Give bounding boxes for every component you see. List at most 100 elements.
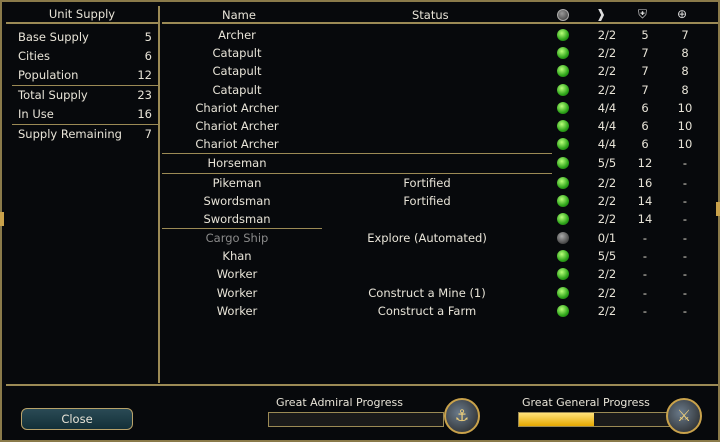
unit-inactive-icon [557,232,569,245]
supply-label: Population [18,68,79,82]
unit-table-body: Archer 2/2 5 7 Catapult 2/2 7 8 Catapult 2/2 7 8 Cat… [162,24,718,320]
unit-ready-icon [557,176,569,189]
unit-strength: 6 [641,118,649,133]
unit-moves: 2/2 [597,267,617,282]
unit-strength: 14 [637,211,653,226]
unit-strength: 14 [637,193,653,208]
close-button[interactable]: Close [21,408,133,430]
unit-strength: - [642,249,648,264]
unit-moves: 4/4 [597,137,617,152]
supply-label: In Use [18,107,54,121]
unit-name: Catapult [212,64,262,79]
unit-moves: 4/4 [597,118,617,133]
unit-row[interactable]: Cargo Ship Explore (Automated) 0/1 - - [162,229,718,247]
supply-row-cities: Cities 6 [6,47,158,66]
unit-row[interactable]: Worker Construct a Mine (1) 2/2 - - [162,284,718,302]
unit-strength: 7 [641,64,649,79]
unit-row[interactable]: Swordsman 2/2 14 - [162,210,718,228]
unit-moves: 2/2 [597,303,617,318]
unit-list-panel: Name Status ❱ ⛨ ⊕ Archer 2/2 5 7 Catapult 2/2… [162,6,718,383]
unit-name: Chariot Archer [195,100,279,115]
unit-strength: 5 [641,28,649,42]
supply-value: 23 [137,88,152,102]
ranged-target-icon[interactable]: ⊕ [677,7,687,21]
unit-ranged-strength: - [682,193,688,208]
unit-strength: 6 [641,137,649,152]
unit-strength: - [642,303,648,318]
unit-row[interactable]: Worker 2/2 - - [162,265,718,283]
unit-name: Archer [218,28,256,42]
unit-ranged-strength: 10 [677,100,693,115]
supply-value: 5 [144,30,152,44]
unit-supply-panel: Unit Supply Base Supply 5 Cities 6 Popul… [6,6,160,383]
unit-ranged-strength: 8 [681,82,689,97]
unit-moves: 5/5 [597,249,617,264]
unit-status: Fortified [403,193,451,208]
unit-status: Explore (Automated) [367,231,487,246]
movement-icon[interactable]: ❱ [596,7,606,21]
unit-ready-icon [557,268,569,281]
supply-row-population: Population 12 [6,66,158,85]
unit-strength: 12 [637,156,653,171]
unit-name: Cargo Ship [205,231,269,246]
unit-row[interactable]: Khan 5/5 - - [162,247,718,265]
unit-moves: 4/4 [597,100,617,115]
supply-row-base: Base Supply 5 [6,28,158,47]
great-general-progress-fill [519,413,594,426]
supply-value: 12 [137,68,152,82]
supply-label: Cities [18,49,50,63]
supply-value: 7 [144,127,152,141]
unit-row[interactable]: Chariot Archer 4/4 6 10 [162,117,718,135]
unit-moves: 2/2 [597,285,617,300]
supply-row-in-use: In Use 16 [6,105,158,124]
unit-ready-icon [557,194,569,207]
general-warrior-icon: ⚔ [666,398,702,434]
great-general-progress-bar [518,412,670,427]
supply-value: 16 [137,107,152,121]
unit-row[interactable]: Swordsman Fortified 2/2 14 - [162,192,718,210]
unit-status: Construct a Farm [377,303,477,318]
unit-row[interactable]: Chariot Archer 4/4 6 10 [162,135,718,153]
strength-shield-icon[interactable]: ⛨ [638,7,647,21]
unit-table-header: Name Status ❱ ⛨ ⊕ [162,6,718,24]
supply-label: Base Supply [18,30,89,44]
unit-moves: 0/1 [597,231,617,246]
unit-ready-icon [557,83,569,96]
unit-ready-icon [557,101,569,114]
unit-row[interactable]: Catapult 2/2 7 8 [162,44,718,62]
unit-moves: 2/2 [597,193,617,208]
unit-name: Catapult [212,82,262,97]
unit-row[interactable]: Pikeman Fortified 2/2 16 - [162,174,718,192]
unit-moves: 2/2 [597,64,617,79]
supply-value: 6 [144,49,152,63]
unit-moves: 2/2 [597,211,617,226]
unit-status: Construct a Mine (1) [368,285,486,300]
left-edge-tab [0,212,4,226]
unit-row[interactable]: Archer 2/2 5 7 [162,26,718,44]
unit-ranged-strength: - [682,267,688,282]
column-header-name[interactable]: Name [222,8,256,22]
unit-row[interactable]: Horseman 5/5 12 - [162,154,718,172]
unit-ranged-strength: - [682,303,688,318]
unit-moves: 5/5 [597,156,617,171]
unit-row[interactable]: Catapult 2/2 7 8 [162,81,718,99]
unit-ranged-strength: 8 [681,46,689,61]
column-header-status[interactable]: Status [412,8,449,22]
unit-moves: 2/2 [597,82,617,97]
supply-label: Supply Remaining [18,127,122,141]
right-edge-tab [716,202,720,216]
unit-ranged-strength: 10 [677,118,693,133]
admiral-ship-icon: ⚓ [444,398,480,434]
unit-row[interactable]: Catapult 2/2 7 8 [162,62,718,80]
unit-row[interactable]: Chariot Archer 4/4 6 10 [162,99,718,117]
unit-strength: - [642,267,648,282]
health-dot-icon[interactable] [557,9,569,21]
unit-ranged-strength: 8 [681,64,689,79]
unit-ready-icon [557,250,569,263]
unit-ready-icon [557,304,569,317]
supply-row-total: Total Supply 23 [6,86,158,105]
unit-row[interactable]: Worker Construct a Farm 2/2 - - [162,302,718,320]
unit-strength: 6 [641,100,649,115]
unit-ranged-strength: 10 [677,137,693,152]
unit-ready-icon [557,119,569,132]
